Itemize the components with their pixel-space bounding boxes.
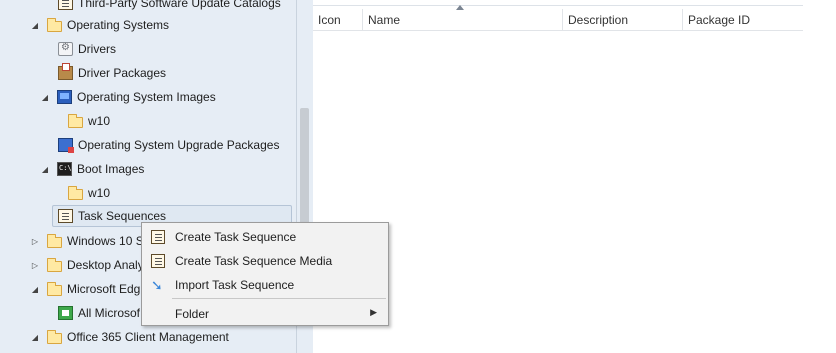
- menu-item-label: Import Task Sequence: [175, 278, 295, 292]
- driver-icon: [58, 42, 73, 56]
- tree-item-drivers[interactable]: Drivers: [58, 38, 116, 60]
- tree-item-label: All Microsof: [78, 306, 141, 320]
- list-top-border: [313, 0, 803, 6]
- tree-item-label: Desktop Analy: [67, 258, 144, 272]
- tree-item-office-365[interactable]: ◢ Office 365 Client Management: [30, 326, 229, 348]
- tree-item-operating-systems[interactable]: ◢ Operating Systems: [30, 14, 169, 36]
- menu-separator: [172, 298, 386, 299]
- tree-item-windows-10-servicing[interactable]: ▷ Windows 10 S: [30, 230, 144, 252]
- list-header: Icon Name Description Package ID: [313, 9, 803, 31]
- menu-item-import-task-sequence[interactable]: ➘ Import Task Sequence: [142, 273, 388, 297]
- tree-item-label: Driver Packages: [78, 66, 167, 80]
- menu-item-label: Folder: [175, 307, 210, 321]
- tree-item-label: Operating System Upgrade Packages: [78, 138, 280, 152]
- expand-icon[interactable]: ▷: [30, 260, 40, 270]
- tree-item-label: Task Sequences: [78, 209, 167, 223]
- tree-item-os-images-w10[interactable]: w10: [68, 110, 110, 132]
- menu-item-create-task-sequence-media[interactable]: Create Task Sequence Media: [142, 249, 388, 273]
- tree-item-boot-images-w10[interactable]: w10: [68, 182, 110, 204]
- tree-item-label: Office 365 Client Management: [67, 330, 229, 344]
- folder-icon: [47, 329, 62, 344]
- driver-package-icon: [58, 63, 73, 80]
- boot-image-icon: [57, 162, 72, 176]
- tree-item-third-party-catalogs[interactable]: Third-Party Software Update Catalogs: [58, 0, 281, 14]
- os-image-icon: [57, 90, 72, 104]
- submenu-arrow-icon: ▶: [370, 307, 377, 317]
- tree-item-os-upgrade-packages[interactable]: Operating System Upgrade Packages: [58, 134, 279, 156]
- collapse-icon[interactable]: ◢: [40, 164, 50, 174]
- results-list: Icon Name Description Package ID: [313, 0, 836, 353]
- collapse-icon[interactable]: ◢: [30, 20, 40, 30]
- expand-icon[interactable]: ▷: [30, 236, 40, 246]
- column-header-description[interactable]: Description: [563, 9, 683, 31]
- task-sequence-icon: [58, 209, 73, 223]
- tree-item-boot-images[interactable]: ◢ Boot Images: [40, 158, 144, 180]
- tree-item-label: w10: [88, 114, 111, 128]
- menu-item-folder[interactable]: Folder ▶: [142, 302, 388, 326]
- column-header-icon[interactable]: Icon: [313, 9, 363, 31]
- folder-icon: [68, 185, 83, 200]
- tree-item-label: Operating Systems: [67, 18, 170, 32]
- tree-item-label: Microsoft Edg: [67, 282, 141, 296]
- import-arrow-icon: ➘: [151, 277, 163, 293]
- collapse-icon[interactable]: ◢: [40, 92, 50, 102]
- upgrade-package-icon: [58, 138, 74, 153]
- tree-item-all-microsoft-edge[interactable]: All Microsof: [58, 302, 140, 324]
- menu-item-create-task-sequence[interactable]: Create Task Sequence: [142, 225, 388, 249]
- folder-icon: [47, 281, 62, 296]
- collapse-icon[interactable]: ◢: [30, 332, 40, 342]
- tree-item-label: Operating System Images: [77, 90, 216, 104]
- tree-item-driver-packages[interactable]: Driver Packages: [58, 62, 166, 84]
- tree-item-os-images[interactable]: ◢ Operating System Images: [40, 86, 216, 108]
- folder-icon: [47, 17, 62, 32]
- column-header-name[interactable]: Name: [363, 9, 563, 31]
- configmgr-console: Third-Party Software Update Catalogs ◢ O…: [0, 0, 836, 353]
- tree-item-label: Windows 10 S: [67, 234, 144, 248]
- tree-item-label: w10: [88, 186, 111, 200]
- folder-icon: [47, 233, 62, 248]
- collapse-icon[interactable]: ◢: [30, 284, 40, 294]
- folder-icon: [47, 257, 62, 272]
- tree-item-label: Drivers: [78, 42, 116, 56]
- tree-item-microsoft-edge[interactable]: ◢ Microsoft Edg: [30, 278, 140, 300]
- catalog-icon: [58, 0, 73, 10]
- tree-item-desktop-analytics[interactable]: ▷ Desktop Analy: [30, 254, 144, 276]
- menu-item-label: Create Task Sequence: [175, 230, 297, 244]
- menu-item-label: Create Task Sequence Media: [175, 254, 333, 268]
- application-icon: [58, 306, 73, 320]
- context-menu: Create Task Sequence Create Task Sequenc…: [141, 222, 389, 326]
- column-header-package-id[interactable]: Package ID: [683, 9, 803, 31]
- task-sequence-media-icon: [151, 254, 165, 268]
- tree-item-label: Third-Party Software Update Catalogs: [78, 0, 281, 10]
- task-sequence-icon: [151, 230, 165, 244]
- tree-item-label: Boot Images: [77, 162, 145, 176]
- folder-icon: [68, 113, 83, 128]
